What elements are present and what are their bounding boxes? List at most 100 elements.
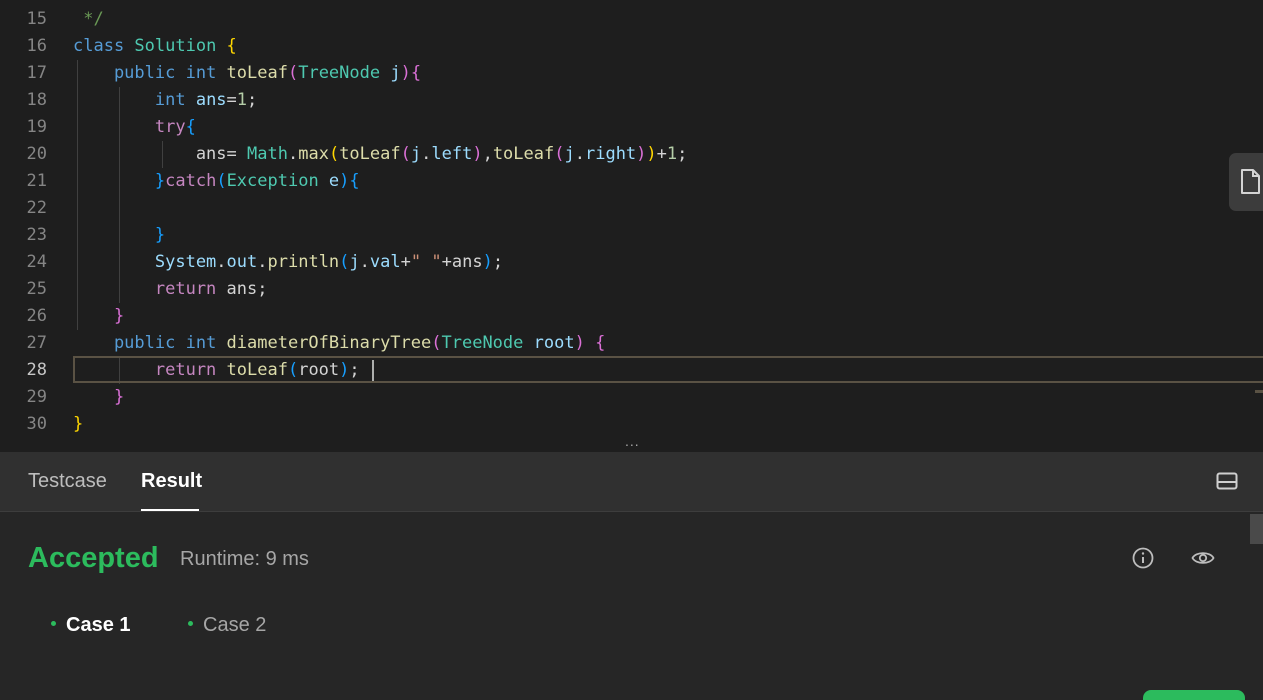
submit-button[interactable] bbox=[1143, 690, 1245, 700]
code-token: . bbox=[216, 252, 227, 272]
code-token: . bbox=[574, 144, 585, 164]
code-token: ( bbox=[339, 252, 350, 272]
line-code: return ans; bbox=[73, 276, 268, 303]
code-token: ; bbox=[677, 144, 688, 164]
code-line[interactable]: 29 } bbox=[0, 384, 1263, 411]
line-number: 20 bbox=[26, 144, 47, 164]
code-token: . bbox=[359, 252, 370, 272]
code-line[interactable]: 17 public int toLeaf(TreeNode j){ bbox=[0, 60, 1263, 87]
code-token: } bbox=[73, 306, 125, 326]
code-line[interactable]: 28 return toLeaf(root); bbox=[0, 357, 1263, 384]
line-code: return toLeaf(root); bbox=[73, 357, 360, 384]
panel-scrollbar[interactable] bbox=[1250, 514, 1263, 544]
line-number: 15 bbox=[26, 9, 47, 29]
code-token: val bbox=[369, 252, 401, 272]
code-token: . bbox=[257, 252, 268, 272]
code-line[interactable]: 15 */ bbox=[0, 6, 1263, 33]
code-token: diameterOfBinaryTree bbox=[226, 333, 432, 353]
line-number: 29 bbox=[26, 387, 47, 407]
code-token: ; bbox=[247, 90, 258, 110]
tab-testcase[interactable]: Testcase bbox=[28, 470, 107, 493]
code-line[interactable]: 24 System.out.println(j.val+" "+ans); bbox=[0, 249, 1263, 276]
code-token: int bbox=[185, 333, 227, 353]
code-line[interactable]: 16 class Solution { bbox=[0, 33, 1263, 60]
active-tab-underline bbox=[141, 509, 199, 511]
line-code: int ans=1; bbox=[73, 87, 257, 114]
code-token: ( bbox=[400, 144, 411, 164]
line-code: public int diameterOfBinaryTree(TreeNode… bbox=[73, 330, 605, 357]
code-line[interactable]: 20 ans= Math.max(toLeaf(j.left),toLeaf(j… bbox=[0, 141, 1263, 168]
case-label: Case 1 bbox=[66, 614, 131, 636]
code-token: ( bbox=[328, 144, 340, 164]
code-token: = bbox=[226, 90, 237, 110]
line-number: 30 bbox=[26, 414, 47, 434]
code-token: toLeaf bbox=[492, 144, 555, 164]
code-line[interactable]: 26 } bbox=[0, 303, 1263, 330]
code-token: max bbox=[298, 144, 329, 164]
code-token: out bbox=[226, 252, 258, 272]
code-token: ; bbox=[349, 360, 360, 380]
line-number: 21 bbox=[26, 171, 47, 191]
code-token: Math bbox=[247, 144, 288, 164]
line-code: } bbox=[73, 303, 124, 330]
code-token: try bbox=[73, 117, 186, 137]
code-line[interactable]: 19 try{ bbox=[0, 114, 1263, 141]
eye-icon[interactable] bbox=[1191, 547, 1215, 569]
code-token: ) bbox=[339, 360, 350, 380]
code-line[interactable]: 23 } bbox=[0, 222, 1263, 249]
text-cursor bbox=[372, 360, 374, 381]
code-token: + bbox=[400, 252, 411, 272]
code-token: j bbox=[349, 252, 360, 272]
code-editor[interactable]: 15 */ 16 class Solution {17 public int toL… bbox=[0, 0, 1263, 437]
code-token: println bbox=[267, 252, 340, 272]
info-icon[interactable] bbox=[1132, 547, 1154, 569]
code-line[interactable]: 21 }catch(Exception e){ bbox=[0, 168, 1263, 195]
panel-tabbar: Testcase Result bbox=[0, 452, 1263, 512]
line-code: ans= Math.max(toLeaf(j.left),toLeaf(j.ri… bbox=[73, 141, 688, 168]
line-code: */ bbox=[73, 6, 103, 33]
case-1-button[interactable]: Case 1 bbox=[51, 614, 131, 637]
layout-icon[interactable] bbox=[1216, 472, 1238, 490]
panel-resize-handle[interactable]: ... bbox=[625, 434, 640, 448]
tab-result[interactable]: Result bbox=[141, 470, 202, 493]
status-accepted: Accepted bbox=[28, 542, 159, 574]
code-token: { bbox=[216, 36, 237, 56]
code-token: { bbox=[349, 171, 360, 191]
line-code: public int toLeaf(TreeNode j){ bbox=[73, 60, 421, 87]
side-panel-tab[interactable] bbox=[1229, 153, 1263, 211]
code-token: . bbox=[287, 144, 299, 164]
code-token: 1 bbox=[236, 90, 248, 110]
code-token: j bbox=[390, 63, 401, 83]
code-token: } bbox=[73, 225, 166, 245]
code-line[interactable]: 22 bbox=[0, 195, 1263, 222]
line-number: 16 bbox=[26, 36, 47, 56]
line-code: } bbox=[73, 411, 83, 437]
line-number: 28 bbox=[26, 360, 47, 380]
code-token: return bbox=[73, 279, 227, 299]
line-number: 18 bbox=[26, 90, 47, 110]
code-token: ans bbox=[73, 144, 227, 164]
case-status-dot bbox=[51, 621, 56, 627]
code-line[interactable]: 18 int ans=1; bbox=[0, 87, 1263, 114]
line-code: class Solution { bbox=[73, 33, 237, 60]
code-token: ; bbox=[492, 252, 504, 272]
line-number: 24 bbox=[26, 252, 47, 272]
code-token: { bbox=[410, 63, 422, 83]
case-2-button[interactable]: Case 2 bbox=[188, 614, 266, 637]
code-token: right bbox=[584, 144, 637, 164]
code-token: } bbox=[73, 171, 166, 191]
code-token: ) bbox=[636, 144, 647, 164]
code-token: = bbox=[226, 144, 248, 164]
code-line[interactable]: 25 return ans; bbox=[0, 276, 1263, 303]
code-line[interactable]: 27 public int diameterOfBinaryTree(TreeN… bbox=[0, 330, 1263, 357]
scrollbar-marker bbox=[1255, 390, 1263, 393]
code-token: { bbox=[584, 333, 606, 353]
code-token: j bbox=[410, 144, 422, 164]
code-token: class bbox=[73, 36, 135, 56]
line-number: 23 bbox=[26, 225, 47, 245]
line-number: 26 bbox=[26, 306, 47, 326]
code-token: root bbox=[533, 333, 575, 353]
code-token: ( bbox=[287, 360, 299, 380]
code-token: public bbox=[73, 333, 186, 353]
code-token: left bbox=[431, 144, 473, 164]
